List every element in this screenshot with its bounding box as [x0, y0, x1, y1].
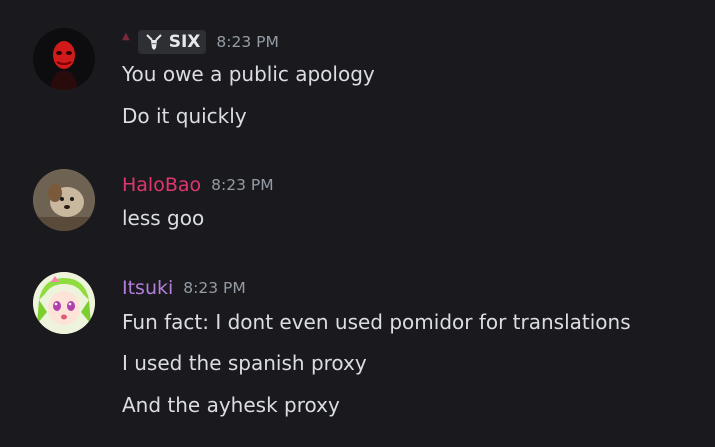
avatar[interactable]: [33, 169, 95, 231]
timestamp: 8:23 PM: [211, 176, 274, 194]
username[interactable]: HaloBao: [122, 174, 201, 196]
dog-avatar-icon: [33, 169, 95, 231]
red-mask-avatar-icon: [33, 28, 95, 90]
goat-head-icon: [145, 34, 162, 50]
message-text: And the ayhesk proxy: [122, 393, 340, 417]
message-text: Do it quickly: [122, 104, 247, 128]
timestamp: 8:23 PM: [183, 279, 246, 297]
avatar[interactable]: [33, 28, 95, 90]
message-text: You owe a public apology: [122, 62, 375, 86]
username[interactable]: Itsuki: [122, 277, 173, 299]
avatar[interactable]: [33, 272, 95, 334]
anime-girl-avatar-icon: [33, 272, 95, 334]
message-text: less goo: [122, 206, 205, 230]
message-text: I used the spanish proxy: [122, 351, 367, 375]
server-tag-label: SIX: [168, 32, 201, 52]
server-tag[interactable]: SIX: [137, 30, 207, 54]
caret-icon: ▲: [122, 30, 130, 42]
message-text: Fun fact: I dont even used pomidor for t…: [122, 310, 631, 334]
message-header: Itsuki 8:23 PM: [122, 276, 246, 300]
message-header: HaloBao 8:23 PM: [122, 173, 274, 197]
message-header: ▲ SIX 8:23 PM: [122, 30, 279, 54]
timestamp: 8:23 PM: [216, 33, 279, 51]
